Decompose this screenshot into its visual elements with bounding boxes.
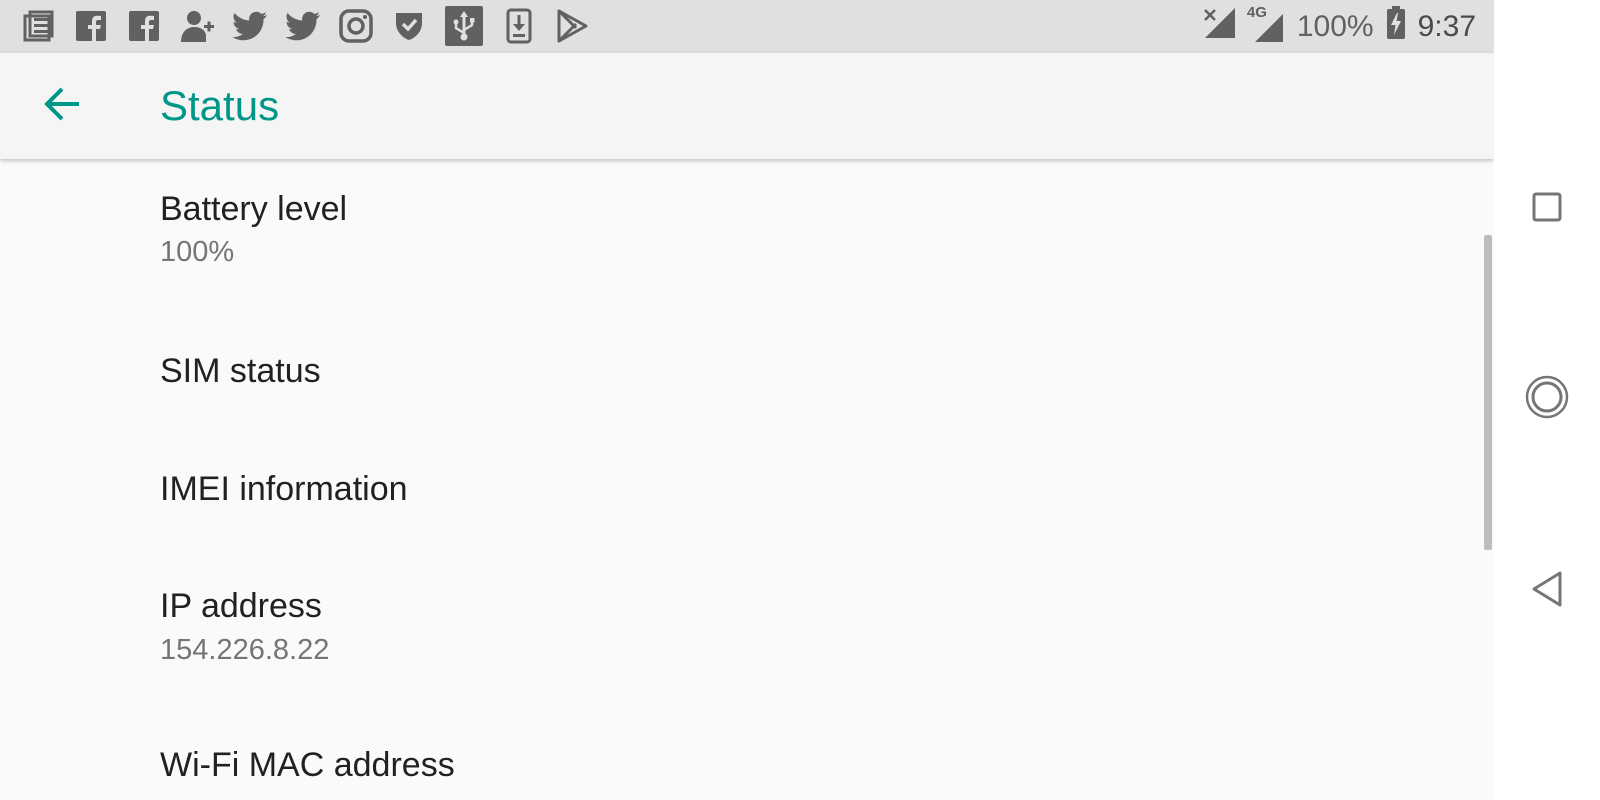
no-signal-icon (1203, 6, 1237, 48)
circle-icon (1524, 374, 1570, 425)
list-item-sim-status[interactable]: SIM status (0, 317, 1480, 434)
twitter-icon (232, 8, 268, 44)
list-item-summary: 100% (160, 236, 235, 268)
app-bar: Status (0, 53, 1494, 159)
back-button[interactable] (30, 76, 94, 136)
battery-charging-icon (1386, 5, 1406, 48)
triangle-back-icon (1530, 570, 1564, 613)
shield-check-icon (391, 8, 427, 44)
list-item-title: SIM status (160, 352, 321, 390)
list-item-imei-information[interactable]: IMEI information (0, 434, 1480, 551)
list-item-title: Wi-Fi MAC address (160, 746, 455, 784)
page-title: Status (160, 82, 280, 129)
list-item-title: Battery level (160, 190, 348, 228)
status-list: Battery level 100% SIM status IMEI infor… (0, 159, 1494, 800)
usb-icon (444, 6, 484, 46)
navigation-bar (1494, 0, 1600, 800)
facebook-icon (126, 8, 162, 44)
twitter-icon (285, 8, 321, 44)
list-item-title: IMEI information (160, 470, 408, 508)
facebook-icon (73, 8, 109, 44)
news-icon (20, 8, 56, 44)
arrow-back-icon (42, 84, 82, 129)
notification-icons (20, 6, 590, 46)
battery-percent: 100% (1296, 9, 1374, 43)
signal-4g-icon: 4G (1247, 4, 1285, 44)
status-indicators: 4G 100% 9:37 (1203, 0, 1476, 53)
download-icon (501, 8, 537, 44)
scrollbar[interactable] (1484, 235, 1492, 550)
home-button[interactable] (1512, 364, 1582, 434)
list-item-battery-level[interactable]: Battery level 100% (0, 159, 1480, 317)
list-item-ip-address[interactable]: IP address 154.226.8.22 (0, 551, 1480, 709)
play-store-icon (554, 8, 590, 44)
recents-button[interactable] (1512, 174, 1582, 244)
back-nav-button[interactable] (1512, 556, 1582, 626)
list-item-summary: 154.226.8.22 (160, 634, 330, 666)
clock: 9:37 (1417, 9, 1476, 43)
settings-screen: 4G 100% 9:37 Status Battery level 100% S… (0, 0, 1494, 800)
list-item-title: IP address (160, 587, 322, 625)
status-bar: 4G 100% 9:37 (0, 0, 1494, 53)
network-label: 4G (1246, 3, 1267, 21)
instagram-icon (338, 8, 374, 44)
square-icon (1531, 191, 1563, 228)
add-contact-icon (179, 8, 215, 44)
list-item-wifi-mac-address[interactable]: Wi-Fi MAC address (0, 709, 1480, 800)
